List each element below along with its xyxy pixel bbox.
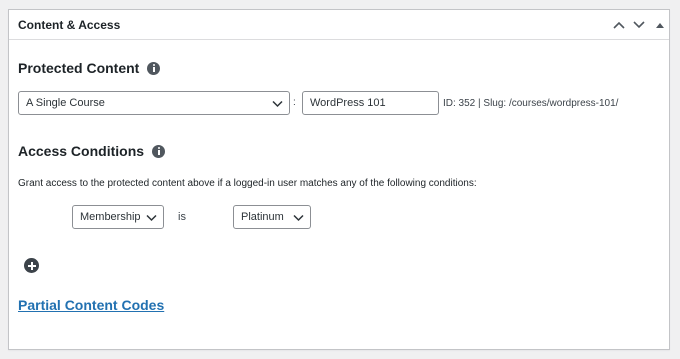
triangle-up-icon[interactable] xyxy=(650,14,670,36)
condition-field-value: Membership xyxy=(80,211,141,223)
protected-content-heading: Protected Content xyxy=(18,60,161,76)
access-conditions-heading: Access Conditions xyxy=(18,143,166,159)
add-condition-plus-icon[interactable] xyxy=(24,258,39,273)
condition-field-select[interactable]: Membership xyxy=(72,205,164,229)
partial-content-codes-link[interactable]: Partial Content Codes xyxy=(18,297,164,313)
protected-content-title: Protected Content xyxy=(18,60,140,76)
condition-value-text: Platinum xyxy=(241,211,284,223)
content-type-select[interactable]: A Single Course xyxy=(18,91,290,115)
access-conditions-title: Access Conditions xyxy=(18,143,145,159)
metabox-header: Content & Access xyxy=(9,10,669,40)
condition-value-select[interactable]: Platinum xyxy=(233,205,311,229)
info-icon[interactable] xyxy=(152,144,166,158)
course-input-value: WordPress 101 xyxy=(310,97,386,109)
metabox-body: Protected Content A Single Course : Word… xyxy=(9,40,669,350)
chevron-down-icon[interactable] xyxy=(629,14,649,36)
field-separator: : xyxy=(293,97,296,108)
course-search-input[interactable]: WordPress 101 xyxy=(302,91,439,115)
chevron-down-icon xyxy=(146,214,157,222)
chevron-down-icon xyxy=(272,100,283,108)
access-description: Grant access to the protected content ab… xyxy=(18,178,477,189)
chevron-up-icon[interactable] xyxy=(609,14,629,36)
content-access-metabox: Content & Access Protected Content A Sin… xyxy=(8,9,670,350)
content-meta-text: ID: 352 | Slug: /courses/wordpress-101/ xyxy=(443,98,619,109)
condition-operator: is xyxy=(178,211,186,223)
metabox-title: Content & Access xyxy=(18,18,121,32)
content-type-value: A Single Course xyxy=(26,97,105,109)
info-icon[interactable] xyxy=(147,61,161,75)
chevron-down-icon xyxy=(293,214,304,222)
